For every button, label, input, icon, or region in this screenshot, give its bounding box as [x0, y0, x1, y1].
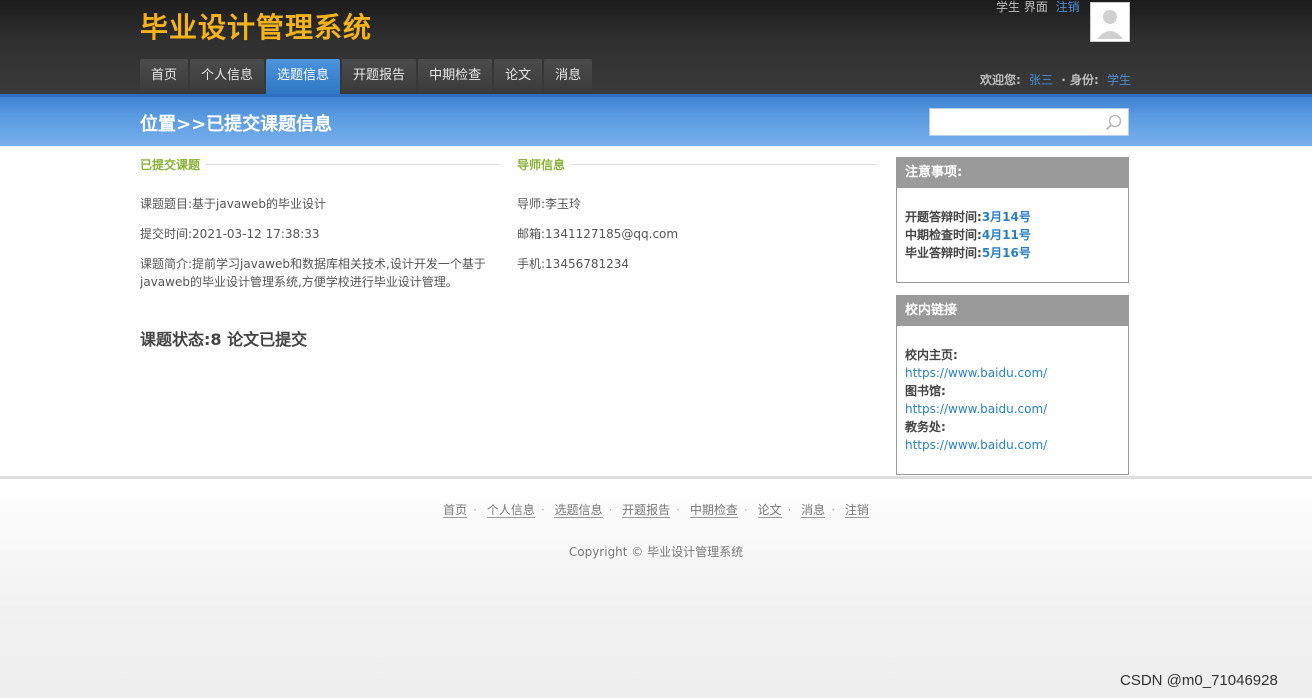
link-label-library: 图书馆:	[905, 384, 946, 398]
tutor-info-heading: 导师信息	[517, 156, 877, 172]
site-title: 毕业设计管理系统	[140, 11, 373, 44]
tutor-phone-field: 手机:13456781234	[517, 257, 630, 271]
submitted-topic-heading: 已提交课题	[140, 156, 500, 172]
notice-item: 毕业答辩时间:5月16号	[905, 246, 1031, 260]
tab-thesis[interactable]: 论文	[494, 59, 543, 94]
footer: 首页 · 个人信息 · 选题信息 · 开题报告 · 中期检查 · 论文 · 消息 · 注销 C…	[0, 476, 1312, 698]
footer-link-home[interactable]: 首页	[443, 503, 468, 518]
footer-link-midterm-check[interactable]: 中期检查	[689, 503, 738, 518]
link-library[interactable]: https://www.baidu.com/	[905, 400, 1120, 418]
footer-link-thesis[interactable]: 论文	[757, 503, 782, 518]
user-name-link[interactable]: 张三	[1029, 73, 1053, 87]
divider	[571, 163, 877, 165]
watermark-credit: CSDN @m0_71046928	[1120, 672, 1278, 689]
topic-status: 课题状态:8 论文已提交	[140, 330, 308, 349]
tutor-email-field: 邮箱:1341127185@qq.com	[517, 227, 679, 241]
tab-topic-info[interactable]: 选题信息	[266, 59, 341, 94]
top-links: 学生 界面 注销	[996, 0, 1080, 15]
welcome-label: 欢迎您:	[980, 73, 1021, 87]
tab-personal-info[interactable]: 个人信息	[190, 59, 265, 94]
submit-time-field: 提交时间:2021-03-12 17:38:33	[140, 227, 320, 241]
notice-item: 中期检查时间:4月11号	[905, 228, 1031, 242]
header: 毕业设计管理系统 学生 界面 注销 首页 个人信息 选题信息 开题报告 中期检查…	[0, 0, 1312, 94]
identity-value: 学生	[1106, 73, 1131, 87]
main-nav: 首页 个人信息 选题信息 开题报告 中期检查 论文 消息	[140, 59, 594, 94]
user-silhouette-icon	[1091, 3, 1129, 41]
footer-link-logout[interactable]: 注销	[844, 503, 869, 518]
breadcrumb: 位置>>已提交课题信息	[140, 114, 333, 135]
footer-link-personal-info[interactable]: 个人信息	[486, 503, 535, 518]
campus-links-body: 校内主页: https://www.baidu.com/ 图书馆: https:…	[897, 326, 1128, 462]
search-icon[interactable]	[1104, 113, 1124, 133]
topic-intro-line-2: javaweb的毕业设计管理系统,方便学校进行毕业设计管理。	[140, 275, 458, 289]
tab-midterm-check[interactable]: 中期检查	[418, 59, 493, 94]
tab-proposal-report[interactable]: 开题报告	[342, 59, 417, 94]
logout-link[interactable]: 注销	[1056, 0, 1080, 14]
welcome-bar: 欢迎您: 张三 · 身份: 学生	[980, 71, 1135, 88]
identity-label: · 身份:	[1061, 73, 1099, 87]
footer-link-topic-info[interactable]: 选题信息	[554, 503, 603, 518]
link-academic-office[interactable]: https://www.baidu.com/	[905, 436, 1120, 454]
submitted-topic-title: 已提交课题	[140, 157, 201, 172]
link-homepage[interactable]: https://www.baidu.com/	[905, 364, 1120, 382]
topic-title-field: 课题题目:基于javaweb的毕业设计	[140, 197, 327, 211]
topic-intro-line-1: 课题简介:提前学习javaweb和数据库相关技术,设计开发一个基于	[140, 257, 486, 271]
tutor-name-field: 导师:李玉玲	[517, 197, 582, 211]
notice-body: 开题答辩时间:3月14号 中期检查时间:4月11号 毕业答辩时间:5月16号	[897, 188, 1128, 270]
campus-links-box: 校内链接 校内主页: https://www.baidu.com/ 图书馆: h…	[896, 295, 1129, 475]
link-label-academic-office: 教务处:	[905, 420, 946, 434]
avatar[interactable]	[1090, 2, 1130, 42]
footer-link-messages[interactable]: 消息	[801, 503, 826, 518]
notice-heading: 注意事项:	[897, 158, 1128, 188]
campus-links-heading: 校内链接	[897, 296, 1128, 326]
role-label: 学生 界面	[996, 0, 1048, 14]
tab-messages[interactable]: 消息	[544, 59, 593, 94]
copyright: Copyright © 毕业设计管理系统	[568, 545, 744, 559]
notice-item: 开题答辩时间:3月14号	[905, 210, 1031, 224]
tutor-info-title: 导师信息	[517, 157, 566, 172]
location-bar: 位置>>已提交课题信息	[0, 94, 1312, 146]
divider	[206, 163, 500, 165]
footer-nav: 首页 · 个人信息 · 选题信息 · 开题报告 · 中期检查 · 论文 · 消息 · 注销	[443, 503, 869, 518]
search-input[interactable]	[930, 109, 1100, 135]
tab-home[interactable]: 首页	[140, 59, 189, 94]
footer-link-proposal-report[interactable]: 开题报告	[622, 503, 671, 518]
search-box	[929, 108, 1129, 136]
link-label-homepage: 校内主页:	[905, 348, 958, 362]
notice-box: 注意事项: 开题答辩时间:3月14号 中期检查时间:4月11号 毕业答辩时间:5…	[896, 157, 1129, 283]
